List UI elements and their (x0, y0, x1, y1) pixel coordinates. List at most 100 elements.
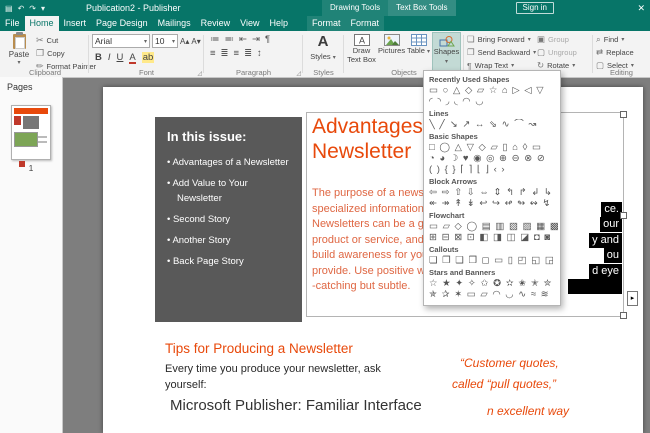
find-button[interactable]: ⌕ Find ▾ (596, 34, 634, 45)
underline-button[interactable]: U (117, 52, 124, 63)
tab-file[interactable]: File (0, 16, 25, 31)
tab-view[interactable]: View (235, 16, 264, 31)
paragraph-row-1: ≔ ≕ ⇤ ⇥ ¶ (205, 31, 302, 45)
paragraph-icon-2[interactable]: ⇤ (239, 34, 247, 45)
thumbnail-block (14, 116, 21, 125)
bring-forward-button[interactable]: ❏ Bring Forward ▾ (467, 34, 536, 45)
shapes-section-title: Lines (429, 109, 449, 118)
paragraph-icon-0[interactable]: ≔ (210, 34, 220, 45)
pages-panel-title: Pages (7, 82, 33, 92)
tab-page-design[interactable]: Page Design (91, 16, 153, 31)
font-size-select[interactable]: 10 ▾ (152, 34, 178, 48)
shapes-label: Shapes (433, 47, 460, 56)
window-title: Publication2 - Publisher (86, 3, 181, 13)
shrink-font-button[interactable]: A▾ (191, 37, 200, 46)
close-icon[interactable]: ✕ (637, 0, 645, 16)
page-thumbnail[interactable] (11, 105, 51, 167)
tab-review[interactable]: Review (196, 16, 236, 31)
paragraph-icon-1[interactable]: ≕ (225, 34, 235, 45)
tab-format[interactable]: Format (307, 16, 346, 31)
grow-font-button[interactable]: A▴ (180, 37, 189, 46)
qat-icon[interactable]: ▤ (5, 4, 13, 13)
alignment-icon-4[interactable]: ↕ (257, 48, 262, 59)
thumbnail-line (38, 136, 47, 138)
tab-format[interactable]: Format (345, 16, 385, 31)
tab-home[interactable]: Home (24, 16, 59, 31)
styles-icon: A (317, 33, 329, 50)
thumbnail-banner (14, 108, 48, 114)
qat-icon[interactable]: ▾ (41, 4, 45, 13)
font-color-button[interactable]: A (129, 53, 136, 64)
shapes-section-title: Stars and Banners (429, 268, 496, 277)
shape-row[interactable]: ╲ ╱ ↘ ↗ ↔ ⇘ ∿ ⌒ ↝ (424, 119, 560, 130)
group-label-font: Font (138, 68, 154, 77)
sign-in-button[interactable]: Sign in (515, 2, 554, 14)
ribbon-group-styles: A Styles ▾ Styles (304, 31, 343, 77)
shapes-section-recently-used-shapes: Recently Used Shapes ▭ ○ △ ◇ ▱ ☆ ⌂ ▷ ◁ ▽ ◜… (424, 73, 560, 107)
tips-heading[interactable]: Tips for Producing a Newsletter (165, 341, 353, 356)
shape-row[interactable]: ( ) { } ⌈ ⌉ ⌊ ⌋ ‹ › (424, 164, 560, 175)
pull-quote-line-1: “Customer quotes, (460, 356, 559, 370)
shape-row[interactable]: ◜ ◝ ◞ ◟ ◠ ◡ (424, 96, 560, 107)
tab-help[interactable]: Help (264, 16, 293, 31)
shape-row[interactable]: ◔ ◕ ☽ ♥ ◉ ◎ ⊕ ⊖ ⊗ ⊘ (424, 153, 560, 164)
shape-row[interactable]: ⊞ ⊟ ⊠ ⊡ ◧ ◨ ◫ ◪ ◘ ◙ (424, 232, 560, 243)
selection-border-right (623, 112, 624, 317)
table-icon (410, 34, 427, 46)
shapes-section-title: Recently Used Shapes (429, 75, 510, 84)
alignment-icon-2[interactable]: ≡ (234, 48, 240, 59)
ungroup-button: ▢ Ungroup (537, 47, 577, 57)
pull-quote[interactable]: “Customer quotes, called “pull quotes,” (452, 353, 559, 395)
chevron-down-icon: ▾ (17, 60, 21, 66)
shape-row[interactable]: ❏ ❐ ❑ ❒ ◻ ▭ ▯ ◰ ◱ ◲ (424, 255, 560, 266)
group-label-clipboard: Clipboard (28, 68, 62, 77)
issue-bullet: • Another Story (167, 235, 231, 246)
alignment-icon-1[interactable]: ≣ (221, 48, 229, 59)
italic-button[interactable]: I (108, 52, 111, 63)
paragraph-row-2: ≡ ≣ ≡ ≣ ↕ (205, 45, 302, 59)
drawing-tools-header[interactable]: Drawing Tools (322, 0, 389, 16)
issue-bullet: • Back Page Story (167, 256, 244, 268)
tips-paragraph[interactable]: Every time you produce your newsletter, … (165, 361, 381, 393)
alignment-icon-3[interactable]: ≣ (244, 48, 252, 59)
highlight-button[interactable]: ab (141, 52, 155, 63)
replace-button[interactable]: ⇄ Replace (596, 47, 634, 58)
chevron-down-icon: ▾ (143, 38, 147, 45)
tab-insert[interactable]: Insert (59, 16, 92, 31)
shape-row[interactable]: ↞ ↠ ↟ ↡ ↩ ↪ ↫ ↬ ↭ ↯ (424, 198, 560, 209)
shape-row[interactable]: □ ◯ △ ▽ ◇ ▱ ▯ ⌂ ◊ ▭ (424, 142, 560, 153)
shape-row[interactable]: ▭ ▱ ◇ ◯ ▤ ▥ ▧ ▨ ▦ ▩ (424, 221, 560, 232)
shape-row[interactable]: ▭ ○ △ ◇ ▱ ☆ ⌂ ▷ ◁ ▽ (424, 85, 560, 96)
pull-quote-continued: n excellent way (487, 404, 570, 418)
dialog-launcher-icon[interactable]: ◿ (197, 70, 202, 77)
text-overflow-indicator[interactable]: ▸ (627, 291, 638, 306)
find-icon: ⌕ (596, 34, 601, 44)
shapes-section-title: Callouts (429, 245, 459, 254)
tab-mailings[interactable]: Mailings (153, 16, 196, 31)
qat-icon[interactable]: ↷ (29, 4, 36, 13)
paragraph-icon-4[interactable]: ¶ (265, 34, 270, 45)
shapes-icon (439, 36, 455, 47)
issue-text-box[interactable]: In this issue: • Advantages of a Newslet… (155, 117, 302, 322)
alignment-icon-0[interactable]: ≡ (210, 48, 216, 59)
text-box-tools-header[interactable]: Text Box Tools (388, 0, 456, 16)
shape-row[interactable]: ☆ ★ ✦ ✧ ✩ ✪ ✫ ✬ ✭ ✮ (424, 278, 560, 289)
qat-icon[interactable]: ↶ (18, 4, 25, 13)
svg-text:A: A (358, 36, 364, 46)
replace-icon: ⇄ (596, 47, 604, 57)
paragraph-icon-3[interactable]: ⇥ (252, 34, 260, 45)
bold-button[interactable]: B (95, 52, 102, 63)
dialog-launcher-icon[interactable]: ◿ (296, 70, 301, 77)
shape-row[interactable]: ✯ ✰ ✶ ▭ ▱ ◠ ◡ ∿ ≈ ≋ (424, 289, 560, 300)
send-backward-button[interactable]: ❐ Send Backward ▾ (467, 47, 536, 58)
shape-row[interactable]: ⇦ ⇨ ⇧ ⇩ ⇔ ⇕ ↰ ↱ ↲ ↳ (424, 187, 560, 198)
chevron-down-icon: ▾ (332, 55, 336, 61)
chevron-down-icon: ▾ (533, 50, 537, 56)
ribbon-tab-bar: File Home Insert Page Design Mailings Review V… (0, 16, 650, 31)
shapes-section-title: Block Arrows (429, 177, 478, 186)
font-size-value: 10 (155, 36, 165, 46)
thumbnail-line (38, 141, 47, 143)
font-name-select[interactable]: Arial ▾ (92, 34, 150, 48)
page-number: 1 (28, 163, 34, 173)
paste-label: Paste (8, 50, 30, 59)
